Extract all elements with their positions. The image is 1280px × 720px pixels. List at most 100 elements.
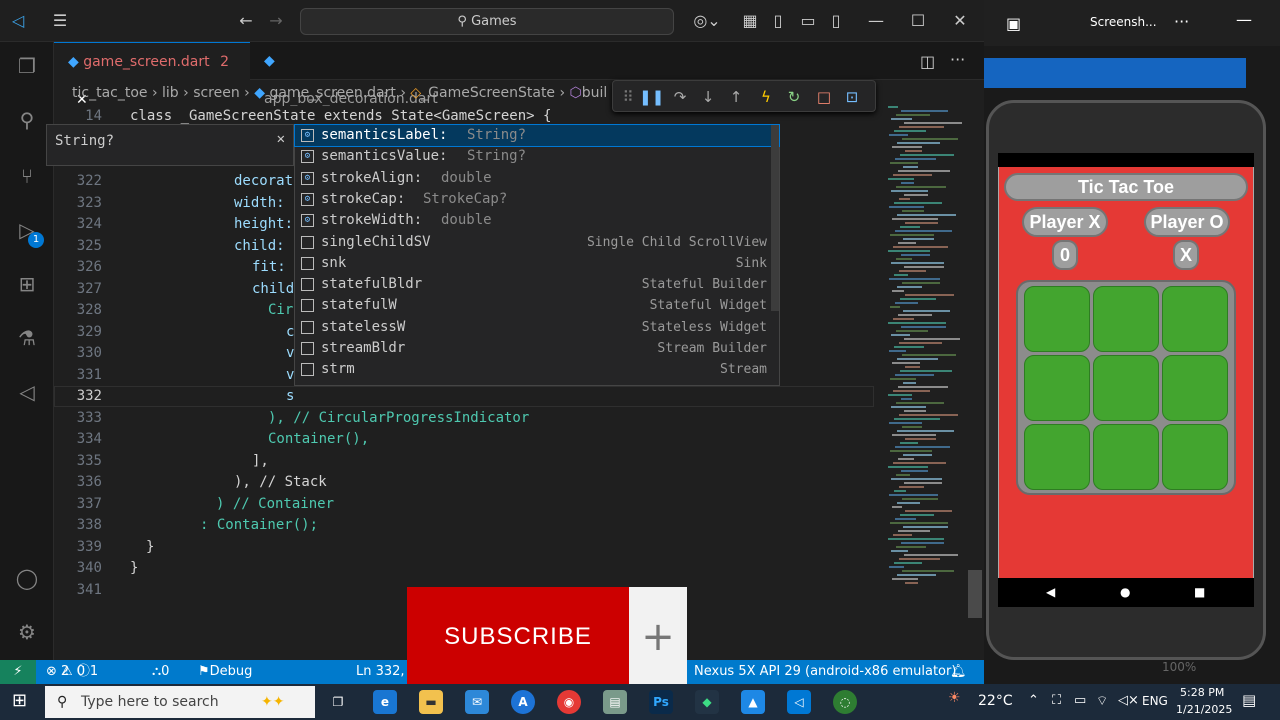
- more-actions-icon[interactable]: ···: [950, 50, 965, 69]
- problems-summary[interactable]: ⊗ 2 ⚠ 0 ⓘ 1: [46, 660, 98, 684]
- toggle-sidebar-icon[interactable]: ▯: [768, 11, 788, 31]
- extensions-icon[interactable]: ⊞: [13, 270, 41, 298]
- board-cell[interactable]: [1093, 424, 1159, 490]
- hot-reload-icon[interactable]: ϟ: [755, 86, 777, 108]
- language-indicator[interactable]: ENG: [1142, 694, 1168, 708]
- code-line[interactable]: Cir: [268, 302, 293, 318]
- close-window-icon[interactable]: ✕: [950, 11, 970, 31]
- photos-icon[interactable]: ▲: [741, 690, 765, 714]
- code-line[interactable]: child:: [234, 238, 285, 254]
- code-line[interactable]: }: [146, 539, 154, 555]
- minimize-icon[interactable]: —: [866, 11, 886, 31]
- source-control-icon[interactable]: ⑂: [13, 162, 41, 190]
- maximize-icon[interactable]: ☐: [908, 11, 928, 31]
- clock-time[interactable]: 5:28 PM: [1180, 686, 1224, 699]
- board-cell[interactable]: [1024, 424, 1090, 490]
- copilot-icon[interactable]: ◎⌄: [690, 11, 724, 31]
- photoshop-icon[interactable]: Ps: [649, 690, 673, 714]
- whatsapp-icon[interactable]: ◌: [833, 690, 857, 714]
- board-cell[interactable]: [1093, 286, 1159, 352]
- wifi-icon[interactable]: ⌔: [1096, 693, 1108, 709]
- breadcrumb-item[interactable]: screen: [193, 85, 240, 101]
- taskbar-search-input[interactable]: ⚲ Type here to search ✦✦: [45, 686, 315, 718]
- weather-temp[interactable]: 22°C: [978, 693, 1013, 709]
- battery-icon[interactable]: ▭: [1074, 693, 1086, 708]
- suggestion-item[interactable]: ⚙ semanticsValue: String?: [295, 146, 779, 167]
- code-line[interactable]: ), // CircularProgressIndicator: [268, 410, 529, 426]
- editor-scrollbar-thumb[interactable]: [968, 570, 982, 618]
- breadcrumb-item[interactable]: lib: [162, 85, 179, 101]
- forward-arrow-icon[interactable]: →: [266, 11, 286, 31]
- task-view-icon[interactable]: ❐: [326, 690, 350, 714]
- code-line[interactable]: fit:: [252, 259, 286, 275]
- menu-icon[interactable]: ☰: [50, 11, 70, 31]
- suggestion-item[interactable]: ⚙ strokeCap: StrokeCap?: [295, 189, 779, 210]
- minimize-icon[interactable]: —: [1236, 10, 1252, 29]
- step-out-icon[interactable]: ↑: [725, 86, 747, 108]
- back-nav-icon[interactable]: ◀: [1046, 585, 1055, 599]
- code-line[interactable]: height:: [234, 216, 293, 232]
- subscribe-button[interactable]: SUBSCRIBE: [407, 587, 629, 687]
- remote-indicator[interactable]: ⚡: [0, 660, 36, 684]
- toggle-panel-icon[interactable]: ▭: [798, 11, 818, 31]
- device-selector[interactable]: Nexus 5X API 29 (android-x86 emulator): [694, 660, 956, 684]
- inspect-widget-icon[interactable]: ⊡: [841, 86, 863, 108]
- code-line[interactable]: Container(),: [268, 431, 369, 447]
- more-options-icon[interactable]: ···: [1174, 12, 1189, 31]
- split-editor-icon[interactable]: ◫: [920, 52, 935, 71]
- breadcrumb-item[interactable]: buil: [582, 85, 608, 101]
- code-line[interactable]: ), // Stack: [234, 474, 327, 490]
- android-studio-icon[interactable]: ◆: [695, 690, 719, 714]
- step-over-icon[interactable]: ↷: [669, 86, 691, 108]
- flutter-icon[interactable]: ◁: [13, 378, 41, 406]
- board-cell[interactable]: [1093, 355, 1159, 421]
- minimap[interactable]: [884, 106, 968, 606]
- step-into-icon[interactable]: ↓: [697, 86, 719, 108]
- board-cell[interactable]: [1162, 286, 1228, 352]
- drag-handle-icon[interactable]: ⠿: [617, 86, 639, 108]
- toggle-secondary-sidebar-icon[interactable]: ▯: [826, 11, 846, 31]
- suggestion-item[interactable]: streamBldr Stream Builder: [295, 338, 779, 359]
- notepad-icon[interactable]: ▤: [603, 690, 627, 714]
- accounts-icon[interactable]: ◯: [13, 564, 41, 592]
- breadcrumb-item[interactable]: tic_tac_toe: [72, 85, 148, 101]
- recents-nav-icon[interactable]: ■: [1194, 585, 1205, 599]
- chrome-icon[interactable]: ◉: [557, 690, 581, 714]
- volume-icon[interactable]: ◁×: [1118, 693, 1139, 708]
- suggestion-item[interactable]: statefulW Stateful Widget: [295, 295, 779, 316]
- breadcrumb-item[interactable]: game_screen.dart: [269, 85, 395, 101]
- suggestion-item[interactable]: statefulBldr Stateful Builder: [295, 274, 779, 295]
- code-line[interactable]: ],: [252, 453, 269, 469]
- suggestion-item[interactable]: ⚙ strokeWidth: double: [295, 210, 779, 231]
- suggestion-item[interactable]: strm Stream: [295, 359, 779, 380]
- explorer-icon[interactable]: ❐: [13, 52, 41, 80]
- code-line[interactable]: decorat: [234, 173, 293, 189]
- suggestion-item[interactable]: ⚙ semanticsLabel: String?: [294, 124, 780, 147]
- suggest-scrollbar[interactable]: [771, 125, 779, 311]
- settings-gear-icon[interactable]: ⚙: [13, 618, 41, 646]
- search-icon[interactable]: ⚲: [13, 106, 41, 134]
- restart-icon[interactable]: ↻: [783, 86, 805, 108]
- board-cell[interactable]: [1024, 355, 1090, 421]
- layout-customize-icon[interactable]: ▦: [740, 11, 760, 31]
- pause-icon[interactable]: ❚❚: [639, 86, 664, 108]
- code-line[interactable]: child: [252, 281, 294, 297]
- tab-app-box-decoration[interactable]: ◆ app_box_decoration.dart: [250, 42, 450, 107]
- debug-status[interactable]: ⚑ Debug my code: [198, 660, 252, 720]
- back-arrow-icon[interactable]: ←: [236, 11, 256, 31]
- command-search-input[interactable]: ⚲ Games: [300, 8, 674, 35]
- mail-icon[interactable]: ✉: [465, 690, 489, 714]
- code-line[interactable]: width:: [234, 195, 285, 211]
- tray-chevron-icon[interactable]: ⌃: [1028, 693, 1039, 708]
- tab-game-screen[interactable]: ◆ game_screen.dart 2 ✕: [54, 42, 250, 108]
- close-hover-icon[interactable]: ✕: [277, 131, 285, 147]
- sticky-scroll-line[interactable]: class _GameScreenState extends State<Gam…: [130, 108, 551, 124]
- home-nav-icon[interactable]: ●: [1120, 585, 1130, 599]
- board-cell[interactable]: [1024, 286, 1090, 352]
- code-line[interactable]: }: [130, 560, 138, 576]
- suggestion-item[interactable]: snk Sink: [295, 253, 779, 274]
- code-line[interactable]: : Container();: [200, 517, 318, 533]
- clock-date[interactable]: 1/21/2025: [1176, 703, 1232, 716]
- notification-center-icon[interactable]: ▤: [1242, 691, 1256, 709]
- code-line[interactable]: ) // Container: [216, 496, 334, 512]
